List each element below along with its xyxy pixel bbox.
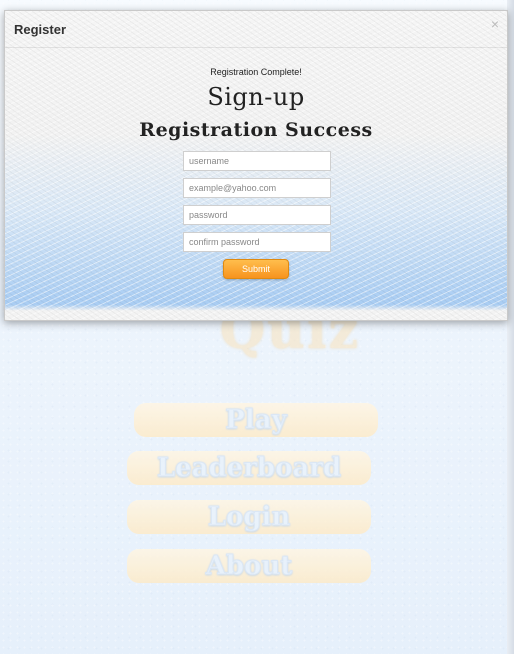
scrollbar-edge <box>507 0 514 654</box>
login-button[interactable]: Login <box>127 500 371 534</box>
dialog-header: Register × <box>5 11 507 48</box>
submit-button[interactable]: Submit <box>223 259 289 279</box>
confirm-password-input[interactable] <box>183 232 331 252</box>
dialog-title: Register <box>14 22 67 37</box>
register-dialog: Register × Registration Complete! Sign-u… <box>4 10 508 321</box>
about-button[interactable]: About <box>127 549 371 583</box>
username-input[interactable] <box>183 151 331 171</box>
leaderboard-button[interactable]: Leaderboard <box>127 451 371 485</box>
password-input[interactable] <box>183 205 331 225</box>
close-icon[interactable]: × <box>491 16 499 32</box>
status-message: Registration Complete! <box>210 67 302 77</box>
registration-success-heading: Registration Success <box>139 119 373 141</box>
email-input[interactable] <box>183 178 331 198</box>
play-button[interactable]: Play <box>134 403 378 437</box>
signup-heading: Sign-up <box>207 83 305 111</box>
